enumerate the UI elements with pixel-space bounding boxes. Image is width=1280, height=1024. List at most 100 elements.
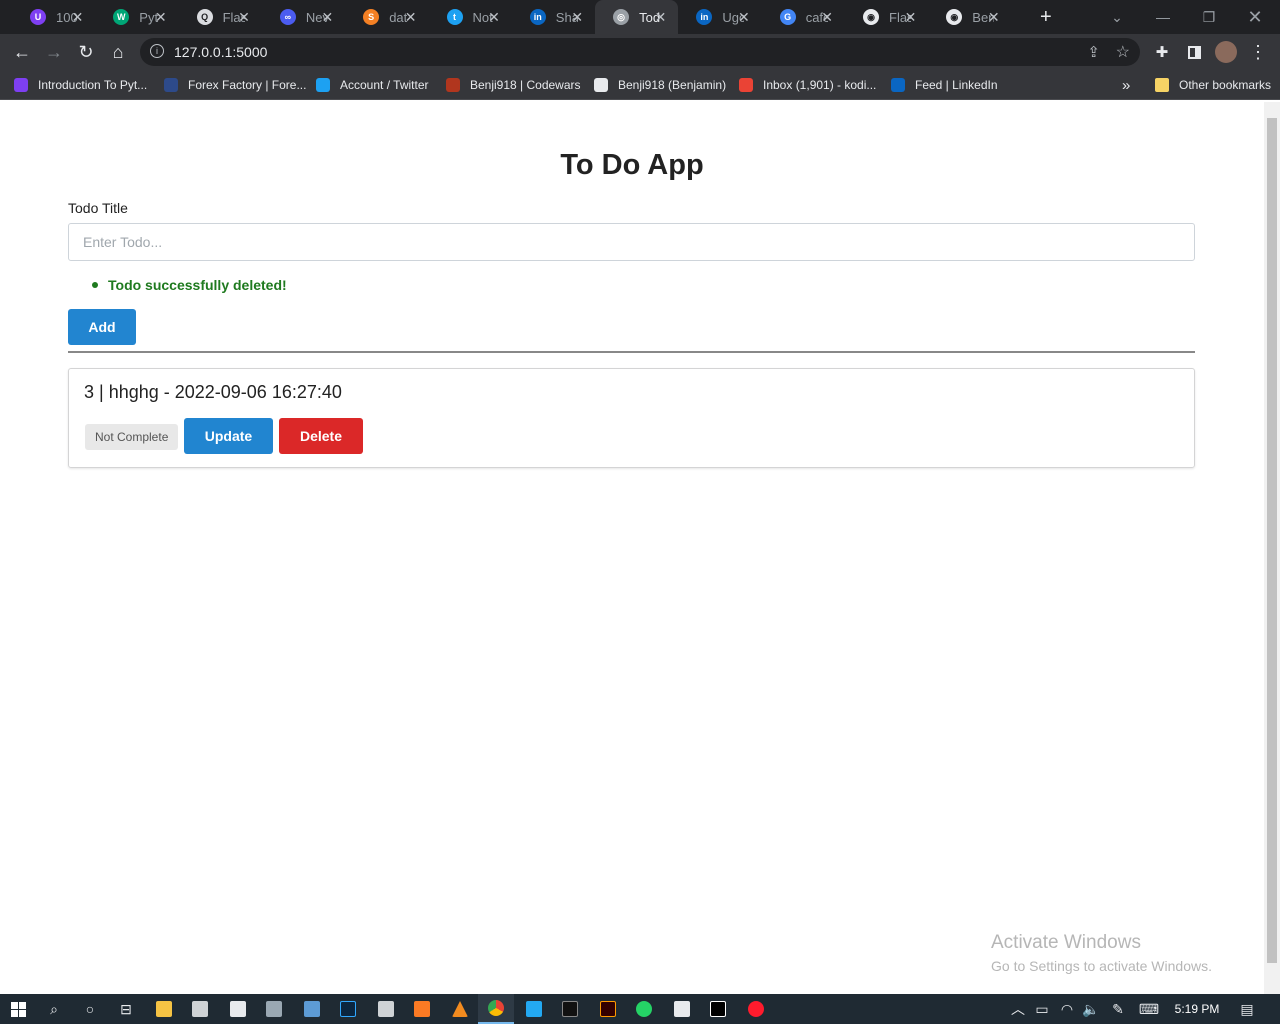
browser-tab[interactable]: ∞ Nev ✕ bbox=[262, 0, 345, 34]
activate-windows-watermark: Activate Windows Go to Settings to activ… bbox=[991, 932, 1212, 974]
bookmark-item[interactable]: Benji918 | Codewars bbox=[446, 70, 581, 100]
tab-favicon-icon: ◉ bbox=[863, 9, 879, 25]
browser-tab[interactable]: Sdat ✕ bbox=[345, 0, 428, 34]
bookmark-item[interactable]: Forex Factory | Fore... bbox=[164, 70, 306, 100]
whatsapp-icon[interactable] bbox=[626, 994, 662, 1024]
browser-tab[interactable]: W Pyt ✕ bbox=[95, 0, 178, 34]
reload-icon[interactable]: ↻ bbox=[70, 34, 102, 70]
keyboard-icon[interactable]: ⌨ bbox=[1134, 994, 1164, 1024]
calculator-icon[interactable] bbox=[368, 994, 404, 1024]
mail-icon[interactable] bbox=[220, 994, 256, 1024]
scrollbar-thumb[interactable] bbox=[1267, 118, 1277, 963]
browser-tab[interactable]: in Ugc ✕ bbox=[678, 0, 761, 34]
cortana-icon[interactable]: ○ bbox=[72, 994, 108, 1024]
info-icon[interactable]: i bbox=[150, 44, 164, 58]
app-icon[interactable] bbox=[294, 994, 330, 1024]
task-view-icon[interactable]: ⊟ bbox=[108, 994, 144, 1024]
tab-close-icon[interactable]: ✕ bbox=[655, 9, 667, 26]
bookmark-label: Forex Factory | Fore... bbox=[188, 78, 307, 92]
profile-avatar[interactable] bbox=[1210, 34, 1242, 70]
browser-tab[interactable]: Gcafe ✕ bbox=[762, 0, 845, 34]
browser-tab[interactable]: t Not ✕ bbox=[429, 0, 512, 34]
pen-icon[interactable]: ✎ bbox=[1104, 994, 1132, 1024]
app2-icon[interactable] bbox=[664, 994, 700, 1024]
tab-close-icon[interactable]: ✕ bbox=[988, 9, 1000, 26]
pycharm-icon[interactable] bbox=[700, 994, 736, 1024]
watermark-subtitle: Go to Settings to activate Windows. bbox=[991, 958, 1212, 974]
address-bar[interactable]: i 127.0.0.1:5000 ⇪ ☆ bbox=[140, 38, 1140, 66]
terminal-icon[interactable] bbox=[552, 994, 588, 1024]
notifications-icon[interactable]: ▤ bbox=[1232, 994, 1262, 1024]
bookmark-favicon-icon bbox=[891, 78, 905, 92]
chrome-taskbar-icon[interactable] bbox=[478, 994, 514, 1024]
more-bookmarks-button[interactable]: » bbox=[1122, 70, 1130, 100]
opera-icon[interactable] bbox=[738, 994, 774, 1024]
browser-tab[interactable]: in Sha ✕ bbox=[512, 0, 595, 34]
browser-tab[interactable]: ◉ Flas ✕ bbox=[845, 0, 928, 34]
share-icon[interactable]: ⇪ bbox=[1087, 43, 1100, 61]
browser-tab[interactable]: Q Flas ✕ bbox=[179, 0, 262, 34]
bookmark-item[interactable]: Account / Twitter bbox=[316, 70, 428, 100]
delete-button[interactable]: Delete bbox=[279, 418, 363, 454]
tab-close-icon[interactable]: ✕ bbox=[821, 9, 833, 26]
search-icon[interactable]: ⌕ bbox=[36, 994, 72, 1024]
vlc-icon[interactable] bbox=[442, 994, 478, 1024]
back-icon[interactable]: ← bbox=[6, 34, 38, 70]
side-panel-icon[interactable] bbox=[1178, 34, 1210, 70]
vscode-icon[interactable] bbox=[516, 994, 552, 1024]
windows-taskbar: ⌕ ○ ⊟ ︿ ▭ ◠ 🔈 ✎ ⌨ 5:19 PM ▤ bbox=[0, 994, 1280, 1024]
todo-title-input[interactable] bbox=[68, 223, 1195, 261]
tab-close-icon[interactable]: ✕ bbox=[321, 9, 333, 26]
forward-icon[interactable]: → bbox=[38, 34, 70, 70]
bookmark-favicon-icon bbox=[316, 78, 330, 92]
bookmarks-bar: Introduction To Pyt... Forex Factory | Fo… bbox=[0, 70, 1280, 100]
wifi-icon[interactable]: ◠ bbox=[1054, 994, 1080, 1024]
page-scrollbar[interactable] bbox=[1264, 102, 1280, 994]
browser-tab[interactable]: U 100 ✕ bbox=[12, 0, 95, 34]
tab-close-icon[interactable]: ✕ bbox=[238, 9, 250, 26]
photoshop-icon[interactable] bbox=[330, 994, 366, 1024]
bookmark-label: Benji918 (Benjamin) bbox=[618, 78, 727, 92]
tab-close-icon[interactable]: ✕ bbox=[905, 9, 917, 26]
menu-icon[interactable]: ⋮ bbox=[1242, 34, 1274, 70]
page-title: To Do App bbox=[560, 149, 704, 181]
bookmark-item[interactable]: Introduction To Pyt... bbox=[14, 70, 147, 100]
browser-tab[interactable]: ◉ Ben ✕ bbox=[928, 0, 1011, 34]
photos-icon[interactable] bbox=[256, 994, 292, 1024]
other-bookmarks-folder[interactable]: Other bookmarks bbox=[1155, 70, 1271, 100]
tab-close-icon[interactable]: ✕ bbox=[488, 9, 500, 26]
tab-close-icon[interactable]: ✕ bbox=[72, 9, 84, 26]
browser-tab[interactable]: ◎ Tod ✕ bbox=[595, 0, 679, 34]
tab-close-icon[interactable]: ✕ bbox=[405, 9, 417, 26]
page-content: To Do App Todo Title Todo successfully d… bbox=[0, 102, 1264, 994]
star-icon[interactable]: ☆ bbox=[1116, 42, 1130, 62]
tab-close-icon[interactable]: ✕ bbox=[571, 9, 583, 26]
new-tab-button[interactable]: + bbox=[1022, 0, 1052, 34]
file-explorer-icon[interactable] bbox=[146, 994, 182, 1024]
illustrator-icon[interactable] bbox=[590, 994, 626, 1024]
minimize-button[interactable]: — bbox=[1140, 0, 1186, 34]
bookmark-label: Inbox (1,901) - kodi... bbox=[763, 78, 877, 92]
show-hidden-icons-icon[interactable]: ︿ bbox=[1004, 994, 1032, 1024]
restore-button[interactable]: ❐ bbox=[1186, 0, 1232, 34]
volume-icon[interactable]: 🔈 bbox=[1078, 994, 1104, 1024]
battery-icon[interactable]: ▭ bbox=[1030, 994, 1054, 1024]
bookmark-item[interactable]: Benji918 (Benjamin) bbox=[594, 70, 726, 100]
start-icon[interactable] bbox=[0, 994, 36, 1024]
tab-search-icon[interactable]: ⌄ bbox=[1094, 0, 1140, 34]
update-button[interactable]: Update bbox=[184, 418, 273, 454]
store-icon[interactable] bbox=[182, 994, 218, 1024]
home-icon[interactable]: ⌂ bbox=[102, 34, 134, 70]
close-window-button[interactable]: ✕ bbox=[1232, 0, 1278, 34]
tab-favicon-icon: S bbox=[363, 9, 380, 25]
taskbar-clock[interactable]: 5:19 PM bbox=[1162, 994, 1232, 1024]
tab-close-icon[interactable]: ✕ bbox=[738, 9, 750, 26]
xampp-icon[interactable] bbox=[404, 994, 440, 1024]
tab-favicon-icon: U bbox=[30, 9, 46, 25]
bookmark-item[interactable]: Feed | LinkedIn bbox=[891, 70, 998, 100]
extensions-icon[interactable]: ✚ bbox=[1146, 34, 1178, 70]
tab-favicon-icon: in bbox=[529, 9, 546, 25]
bookmark-item[interactable]: Inbox (1,901) - kodi... bbox=[739, 70, 876, 100]
add-button[interactable]: Add bbox=[68, 309, 136, 345]
tab-close-icon[interactable]: ✕ bbox=[155, 9, 167, 26]
